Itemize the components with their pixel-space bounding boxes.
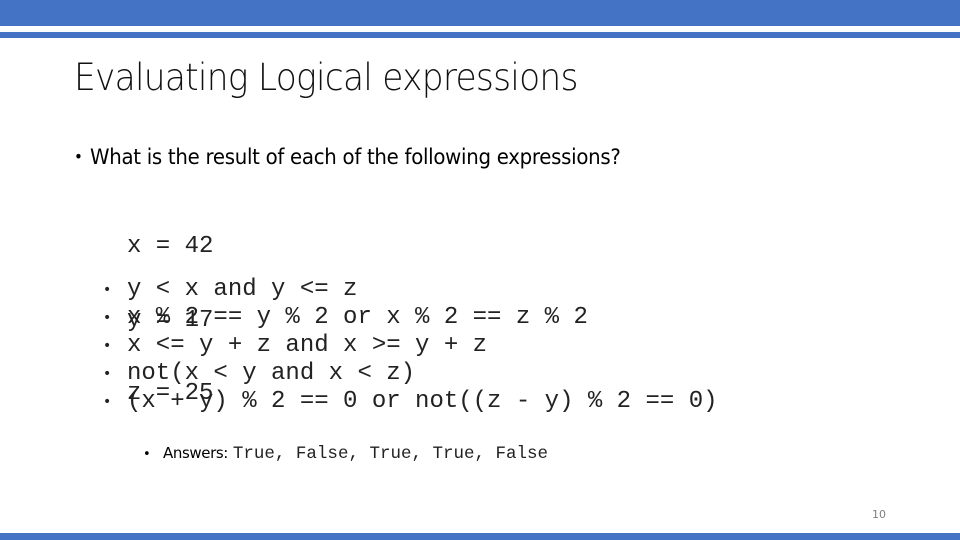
answers-values: True, False, True, True, False xyxy=(232,444,548,464)
question-text: What is the result of each of the follow… xyxy=(89,145,621,169)
expression-list: • y < x and y <= z • x % 2 == y % 2 or x… xyxy=(103,276,718,416)
slide-title: Evaluating Logical expressions xyxy=(74,56,578,99)
expression-code: x <= y + z and x >= y + z xyxy=(127,332,488,359)
expression-item: • not(x < y and x < z) xyxy=(103,360,718,388)
expression-code: y < x and y <= z xyxy=(127,276,358,303)
bullet-icon: • xyxy=(103,282,112,298)
answers-label: Answers: xyxy=(163,444,228,462)
expression-code: x % 2 == y % 2 or x % 2 == z % 2 xyxy=(127,304,588,331)
answers-bullet: • Answers: True, False, True, True, Fals… xyxy=(143,444,548,464)
question-bullet: • What is the result of each of the follo… xyxy=(74,145,621,169)
declaration-line: x = 42 xyxy=(127,233,214,260)
bullet-icon: • xyxy=(143,447,151,462)
footer-accent-bar xyxy=(0,533,960,540)
expression-code: (x + y) % 2 == 0 or not((z - y) % 2 == 0… xyxy=(127,388,718,415)
header-accent-line xyxy=(0,32,960,38)
bullet-icon: • xyxy=(103,310,112,326)
expression-item: • x % 2 == y % 2 or x % 2 == z % 2 xyxy=(103,304,718,332)
expression-item: • x <= y + z and x >= y + z xyxy=(103,332,718,360)
expression-item: • (x + y) % 2 == 0 or not((z - y) % 2 ==… xyxy=(103,388,718,416)
header-accent-bar xyxy=(0,0,960,26)
page-number: 10 xyxy=(872,508,886,521)
bullet-icon: • xyxy=(74,147,83,166)
bullet-icon: • xyxy=(103,394,112,410)
bullet-icon: • xyxy=(103,366,112,382)
expression-item: • y < x and y <= z xyxy=(103,276,718,304)
expression-code: not(x < y and x < z) xyxy=(127,360,416,387)
bullet-icon: • xyxy=(103,338,112,354)
